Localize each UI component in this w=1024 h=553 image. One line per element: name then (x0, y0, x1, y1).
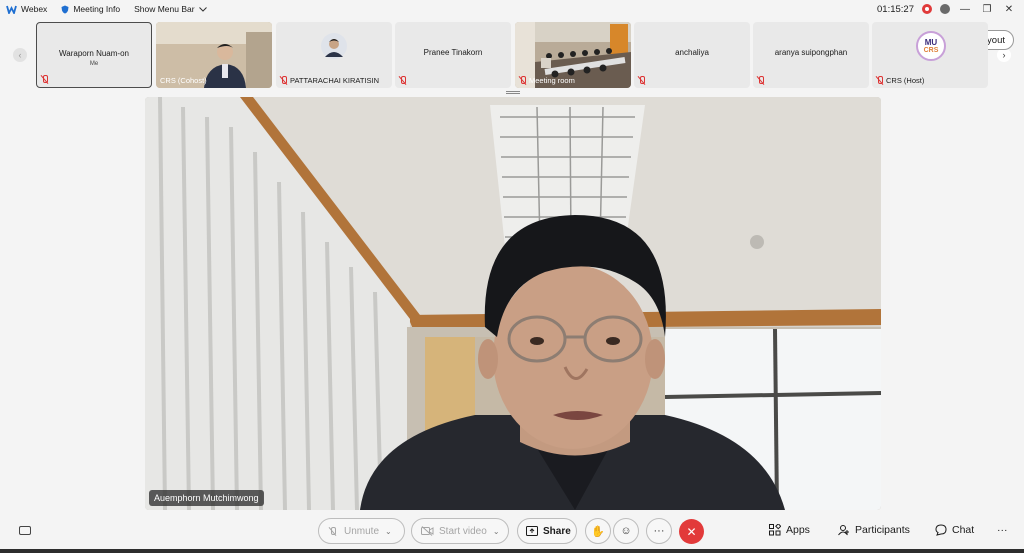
app-name: Webex (21, 4, 48, 14)
hand-icon: ✋ (591, 525, 605, 538)
more-panels-button[interactable]: ··· (997, 524, 1008, 536)
participant-tile[interactable]: aranya suipongphan (753, 22, 869, 88)
video-off-icon (421, 526, 434, 536)
meeting-controls: Unmute ⌄ Start video ⌄ Share ✋ ☺ ··· ✕ A… (0, 518, 1024, 546)
more-status-icon[interactable] (940, 4, 950, 14)
chevron-down-icon[interactable]: ⌄ (493, 527, 500, 536)
show-menu-bar-button[interactable]: Show Menu Bar (134, 4, 207, 14)
participant-tile-meeting-room[interactable]: Meeting room (515, 22, 631, 88)
avatar (321, 33, 347, 59)
start-video-label: Start video (439, 525, 487, 537)
resize-handle[interactable] (506, 91, 520, 94)
meeting-info-label: Meeting Info (73, 4, 121, 14)
show-menu-bar-label: Show Menu Bar (134, 4, 195, 14)
muted-mic-icon (41, 75, 48, 84)
participant-tile-avatar[interactable]: PATTARACHAI KIRATISIN (276, 22, 392, 88)
muted-mic-icon (757, 76, 764, 85)
minimize-icon[interactable]: — (958, 4, 972, 15)
tile-name: CRS (Host) (886, 76, 925, 85)
chevron-down-icon[interactable]: ⌄ (385, 527, 392, 536)
participant-tile-self[interactable]: Waraporn Nuam-on Me (36, 22, 152, 88)
muted-mic-icon (519, 76, 526, 85)
participants-button[interactable]: Participants (838, 524, 910, 536)
tile-name: PATTARACHAI KIRATISIN (290, 76, 380, 85)
filmstrip-prev-icon[interactable]: ‹ (13, 48, 27, 62)
tile-name: Meeting room (529, 76, 575, 85)
participant-tile[interactable]: Pranee Tinakorn (395, 22, 511, 88)
start-video-button[interactable]: Start video ⌄ (411, 518, 509, 544)
leave-meeting-button[interactable]: ✕ (679, 519, 704, 544)
captions-icon[interactable] (19, 526, 31, 535)
chat-label: Chat (952, 524, 975, 536)
close-icon: ✕ (686, 524, 697, 539)
participant-tile-host[interactable]: MU CRS CRS (Host) (872, 22, 988, 88)
participant-tile-video[interactable]: CRS (Cohost) (156, 22, 272, 88)
muted-mic-icon (638, 76, 645, 85)
apps-button[interactable]: Apps (769, 524, 810, 536)
tile-name: Pranee Tinakorn (423, 48, 483, 57)
reactions-button[interactable]: ☺ (613, 518, 639, 544)
participant-filmstrip: Waraporn Nuam-on Me CRS (Cohost) PATTARA… (36, 22, 988, 88)
meeting-timer: 01:15:27 (877, 3, 914, 15)
tile-name: Waraporn Nuam-on (59, 49, 129, 58)
shield-icon (61, 5, 69, 13)
share-button[interactable]: Share (517, 518, 577, 544)
more-icon: ··· (653, 525, 665, 537)
share-icon (526, 526, 538, 536)
filmstrip-next-icon[interactable]: › (997, 48, 1011, 62)
muted-mic-icon (280, 76, 287, 85)
muted-mic-icon (329, 526, 336, 536)
tile-name: anchaliya (675, 48, 709, 57)
share-label: Share (543, 525, 571, 537)
webex-logo-icon (6, 5, 17, 14)
unmute-label: Unmute (344, 525, 380, 537)
taskbar-edge (0, 549, 1024, 553)
speaker-name-tag: Auemphorn Mutchimwong (149, 490, 264, 506)
muted-mic-icon (876, 76, 883, 85)
active-speaker-video: Auemphorn Mutchimwong (145, 97, 881, 510)
apps-label: Apps (786, 524, 810, 536)
tile-name: CRS (Cohost) (160, 76, 207, 85)
raise-hand-button[interactable]: ✋ (585, 518, 611, 544)
recording-icon[interactable] (922, 4, 932, 14)
apps-icon (769, 524, 781, 536)
more-icon: ··· (997, 524, 1008, 536)
close-icon[interactable]: ✕ (1002, 4, 1016, 15)
chat-button[interactable]: Chat (935, 524, 974, 536)
crs-logo: MU CRS (916, 31, 946, 61)
tile-name: aranya suipongphan (774, 48, 848, 57)
chat-icon (935, 524, 947, 536)
participant-tile[interactable]: anchaliya (634, 22, 750, 88)
chevron-down-icon (198, 6, 207, 12)
unmute-button[interactable]: Unmute ⌄ (318, 518, 405, 544)
muted-mic-icon (399, 76, 406, 85)
restore-icon[interactable]: ❐ (980, 4, 994, 15)
meeting-info-button[interactable]: Meeting Info (61, 4, 120, 14)
speaker-video-image (145, 97, 881, 510)
smiley-icon: ☺ (620, 525, 632, 537)
webex-app-menu[interactable]: Webex (6, 4, 47, 14)
participants-label: Participants (855, 524, 910, 536)
tile-sub: Me (89, 61, 99, 67)
more-options-button[interactable]: ··· (646, 518, 672, 544)
participants-icon (838, 525, 849, 536)
title-bar: Webex Meeting Info Show Menu Bar 01:15:2… (0, 0, 1024, 18)
